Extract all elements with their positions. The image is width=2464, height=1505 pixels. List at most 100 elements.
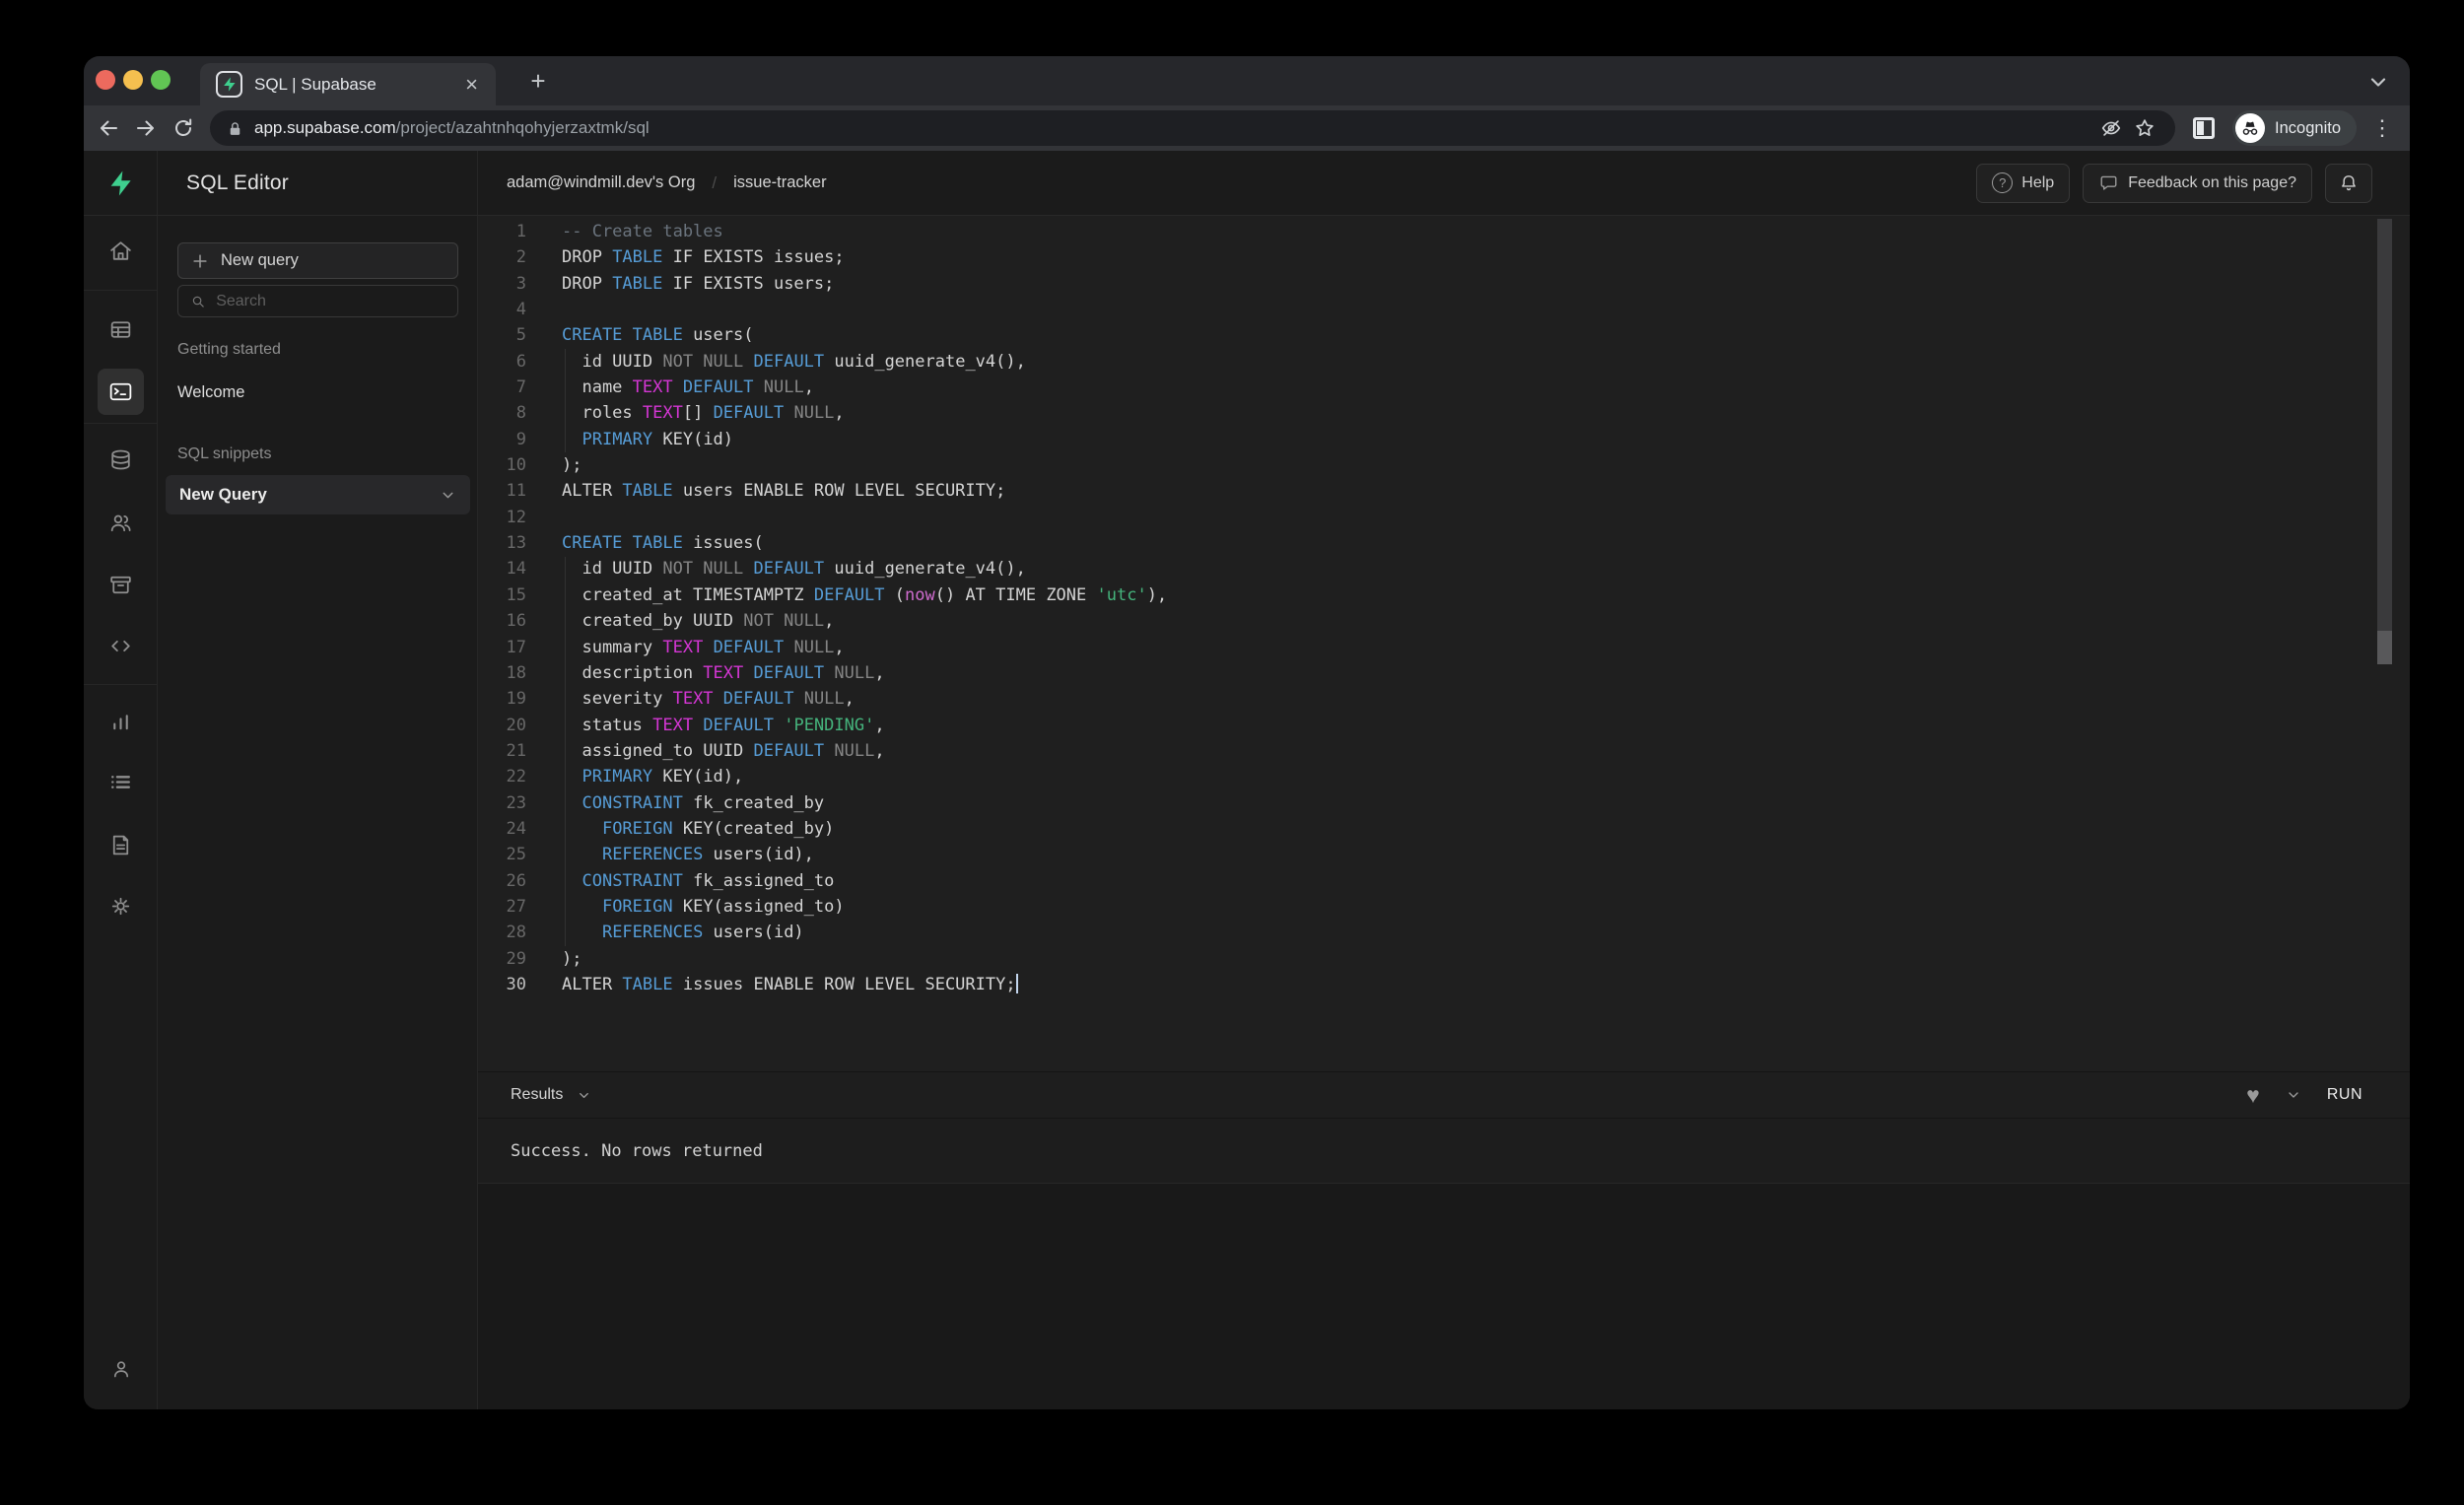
code-line[interactable]: 26 CONSTRAINT fk_assigned_to [478,868,2410,894]
line-content: PRIMARY KEY(id) [562,430,733,449]
sidebar-item-reports[interactable] [98,699,144,745]
line-content: -- Create tables [562,222,723,241]
code-line[interactable]: 28 REFERENCES users(id) [478,920,2410,945]
breadcrumb-org[interactable]: adam@windmill.dev's Org [507,173,695,192]
url-bar[interactable]: app.supabase.com/project/azahtnhqohyjerz… [210,110,2175,146]
new-tab-button[interactable]: + [523,66,553,96]
eye-off-icon[interactable] [2094,111,2128,145]
incognito-icon [2235,113,2265,143]
code-line[interactable]: 9 PRIMARY KEY(id) [478,427,2410,452]
code-line[interactable]: 24 FOREIGN KEY(created_by) [478,816,2410,842]
code-line[interactable]: 5CREATE TABLE users( [478,322,2410,348]
editor-scrollbar-marker [2377,631,2392,664]
app-body: New query Getting started Welcome SQL sn… [84,216,2410,1409]
line-number: 21 [478,738,526,764]
code-line[interactable]: 12 [478,505,2410,530]
sidebar-item-edge-functions[interactable] [98,623,144,669]
code-line[interactable]: 2DROP TABLE IF EXISTS issues; [478,244,2410,270]
code-line[interactable]: 13CREATE TABLE issues( [478,530,2410,556]
code-line[interactable]: 15 created_at TIMESTAMPTZ DEFAULT (now()… [478,582,2410,608]
sidebar-item-storage[interactable] [98,562,144,608]
line-number: 5 [478,322,526,348]
line-content: created_at TIMESTAMPTZ DEFAULT (now() AT… [562,585,1167,605]
code-line[interactable]: 25 REFERENCES users(id), [478,842,2410,867]
side-panel-button[interactable] [2189,113,2219,143]
breadcrumb: adam@windmill.dev's Org / issue-tracker [507,173,827,193]
sidebar-item-sql-editor[interactable] [98,369,144,415]
code-line[interactable]: 3DROP TABLE IF EXISTS users; [478,271,2410,297]
sidebar-item-account[interactable] [98,1345,144,1392]
line-number: 18 [478,660,526,686]
browser-toolbar: app.supabase.com/project/azahtnhqohyjerz… [84,105,2410,151]
close-window-button[interactable] [96,70,115,90]
sidebar-item-home[interactable] [98,228,144,274]
line-number: 25 [478,842,526,867]
code-line[interactable]: 23 CONSTRAINT fk_created_by [478,790,2410,816]
plus-icon [191,252,209,270]
forward-button[interactable] [127,109,165,147]
line-number: 29 [478,946,526,972]
sql-code-editor[interactable]: 1-- Create tables2DROP TABLE IF EXISTS i… [478,216,2410,1071]
browser-tab[interactable]: SQL | Supabase × [200,63,496,105]
results-dropdown[interactable]: Results [511,1086,591,1104]
code-line[interactable]: 27 FOREIGN KEY(assigned_to) [478,894,2410,920]
help-label: Help [2021,174,2054,192]
sidebar-item-table-editor[interactable] [98,307,144,353]
code-line[interactable]: 14 id UUID NOT NULL DEFAULT uuid_generat… [478,556,2410,581]
sidebar-item-database[interactable] [98,437,144,483]
code-line[interactable]: 8 roles TEXT[] DEFAULT NULL, [478,400,2410,426]
code-line[interactable]: 1-- Create tables [478,219,2410,244]
line-number: 24 [478,816,526,842]
code-line[interactable]: 22 PRIMARY KEY(id), [478,764,2410,789]
run-button[interactable]: RUN [2327,1086,2362,1104]
feedback-button[interactable]: Feedback on this page? [2083,164,2312,203]
sidebar-item-logs[interactable] [98,759,144,805]
notifications-button[interactable] [2325,164,2372,203]
code-line[interactable]: 20 status TEXT DEFAULT 'PENDING', [478,713,2410,738]
code-line[interactable]: 11ALTER TABLE users ENABLE ROW LEVEL SEC… [478,478,2410,504]
code-line[interactable]: 29); [478,946,2410,972]
code-line[interactable]: 18 description TEXT DEFAULT NULL, [478,660,2410,686]
favorite-heart-icon[interactable]: ♥ [2246,1084,2260,1107]
sidebar-item-api-docs[interactable] [98,822,144,868]
bookmark-star-icon[interactable] [2128,111,2161,145]
code-line[interactable]: 4 [478,297,2410,322]
run-options-chevron-icon[interactable] [2286,1087,2301,1103]
search-box[interactable] [177,285,458,317]
line-content: created_by UUID NOT NULL, [562,611,834,631]
code-line[interactable]: 7 name TEXT DEFAULT NULL, [478,375,2410,400]
supabase-logo[interactable] [84,151,158,215]
search-input[interactable] [216,293,445,310]
new-query-button[interactable]: New query [177,242,458,279]
search-icon [190,293,206,310]
close-tab-icon[interactable]: × [461,72,482,98]
code-line[interactable]: 30ALTER TABLE issues ENABLE ROW LEVEL SE… [478,972,2410,997]
sidebar-item-authentication[interactable] [98,500,144,546]
code-line[interactable]: 19 severity TEXT DEFAULT NULL, [478,686,2410,712]
help-button[interactable]: ? Help [1976,164,2070,203]
reload-button[interactable] [165,109,202,147]
editor-scrollbar[interactable] [2377,219,2392,631]
sidebar-item-settings[interactable] [98,883,144,929]
line-number: 28 [478,920,526,945]
window-controls [96,70,171,90]
code-line[interactable]: 10); [478,452,2410,478]
code-line[interactable]: 21 assigned_to UUID DEFAULT NULL, [478,738,2410,764]
minimize-window-button[interactable] [123,70,143,90]
code-line[interactable]: 6 id UUID NOT NULL DEFAULT uuid_generate… [478,349,2410,375]
code-line[interactable]: 17 summary TEXT DEFAULT NULL, [478,635,2410,660]
line-number: 10 [478,452,526,478]
maximize-window-button[interactable] [151,70,171,90]
results-bar: Results ♥ RUN [478,1071,2410,1119]
line-number: 3 [478,271,526,297]
browser-menu-icon[interactable]: ⋮ [2370,115,2394,141]
query-result-message: Success. No rows returned [478,1119,2410,1184]
line-content: severity TEXT DEFAULT NULL, [562,689,855,709]
browser-window: SQL | Supabase × + app.supabase.com/proj… [84,56,2410,1409]
code-line[interactable]: 16 created_by UUID NOT NULL, [478,608,2410,634]
sidebar-item-new-query-snippet[interactable]: New Query [166,475,470,514]
breadcrumb-project[interactable]: issue-tracker [733,173,826,192]
sidebar-item-welcome[interactable]: Welcome [177,383,244,402]
tab-search-chevron-icon[interactable] [2366,70,2390,94]
back-button[interactable] [90,109,127,147]
